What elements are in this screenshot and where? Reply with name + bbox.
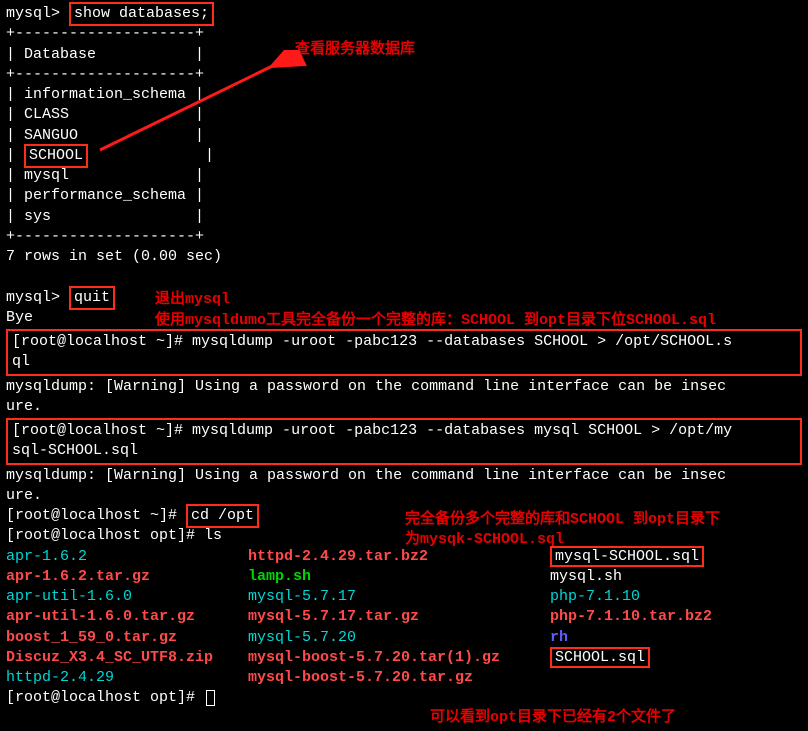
ls-rh: rh	[550, 628, 808, 648]
warn1-line: mysqldump: [Warning] Using a password on…	[6, 377, 802, 397]
mysql-show-line: mysql> show databases;	[6, 4, 802, 24]
db-row-3: | SCHOOL |	[6, 146, 802, 166]
ls-php-tar: php-7.1.10.tar.bz2	[550, 607, 808, 627]
cmd-cd-opt: cd /opt	[186, 504, 259, 528]
db-sep-bot: +--------------------+	[6, 227, 802, 247]
annotation-2files: 可以看到opt目录下已经有2个文件了	[430, 708, 676, 728]
dump1-line: [root@localhost ~]# mysqldump -uroot -pa…	[12, 332, 796, 352]
db-row-5: | performance_schema |	[6, 186, 802, 206]
db-row-4: | mysql |	[6, 166, 802, 186]
bye-line: Bye	[6, 308, 802, 328]
ls-mysql-boost-1: mysql-boost-5.7.20.tar(1).gz	[248, 648, 548, 668]
cmd-show-databases: show databases;	[69, 2, 214, 26]
warn1-cont: ure.	[6, 397, 802, 417]
mysql-prompt: mysql>	[6, 5, 60, 22]
dump1-cont: ql	[12, 352, 796, 372]
cmd-quit: quit	[69, 286, 115, 310]
dump1-block: [root@localhost ~]# mysqldump -uroot -pa…	[6, 329, 802, 376]
rows-in-set: 7 rows in set (0.00 sec)	[6, 247, 802, 267]
ls-httpd-tar: httpd-2.4.29.tar.bz2	[248, 547, 548, 567]
final-prompt-line[interactable]: [root@localhost opt]#	[6, 688, 802, 708]
db-header-row: | Database |	[6, 45, 802, 65]
dump2-cont: sql-SCHOOL.sql	[12, 441, 796, 461]
db-row-0: | information_schema |	[6, 85, 802, 105]
ls-apr-tar: apr-1.6.2.tar.gz	[6, 567, 246, 587]
ls-mysql-school-sql: mysql-SCHOOL.sql	[550, 547, 808, 567]
db-row-1: | CLASS |	[6, 105, 802, 125]
mysql-quit-line: mysql> quit	[6, 288, 802, 308]
ls-boost-tar: boost_1_59_0.tar.gz	[6, 628, 246, 648]
ls-mysql-5717-dir: mysql-5.7.17	[248, 587, 548, 607]
ls-school-sql: SCHOOL.sql	[550, 648, 808, 668]
db-school-highlight: SCHOOL	[24, 144, 88, 168]
ls-line: [root@localhost opt]# ls	[6, 526, 802, 546]
cursor	[206, 690, 215, 706]
ls-mysql-5717-tar: mysql-5.7.17.tar.gz	[248, 607, 548, 627]
ls-mysql-sh: mysql.sh	[550, 567, 808, 587]
dump2-line: [root@localhost ~]# mysqldump -uroot -pa…	[12, 421, 796, 441]
warn2-cont: ure.	[6, 486, 802, 506]
ls-php-dir: php-7.1.10	[550, 587, 808, 607]
ls-mysql-boost-2: mysql-boost-5.7.20.tar.gz	[248, 668, 548, 688]
ls-empty	[550, 668, 808, 688]
ls-httpd-dir: httpd-2.4.29	[6, 668, 246, 688]
dump2-block: [root@localhost ~]# mysqldump -uroot -pa…	[6, 418, 802, 465]
ls-apr-util-tar: apr-util-1.6.0.tar.gz	[6, 607, 246, 627]
ls-output: apr-1.6.2 httpd-2.4.29.tar.bz2 mysql-SCH…	[6, 547, 802, 689]
cd-opt-line: [root@localhost ~]# cd /opt	[6, 506, 802, 526]
db-row-2: | SANGUO |	[6, 126, 802, 146]
warn2-line: mysqldump: [Warning] Using a password on…	[6, 466, 802, 486]
ls-apr-util: apr-util-1.6.0	[6, 587, 246, 607]
db-sep-top: +--------------------+	[6, 24, 802, 44]
ls-mysql-5720-dir: mysql-5.7.20	[248, 628, 548, 648]
db-sep-mid: +--------------------+	[6, 65, 802, 85]
ls-lamp-sh: lamp.sh	[248, 567, 548, 587]
ls-discuz-zip: Discuz_X3.4_SC_UTF8.zip	[6, 648, 246, 668]
db-row-6: | sys |	[6, 207, 802, 227]
ls-apr-1.6.2: apr-1.6.2	[6, 547, 246, 567]
